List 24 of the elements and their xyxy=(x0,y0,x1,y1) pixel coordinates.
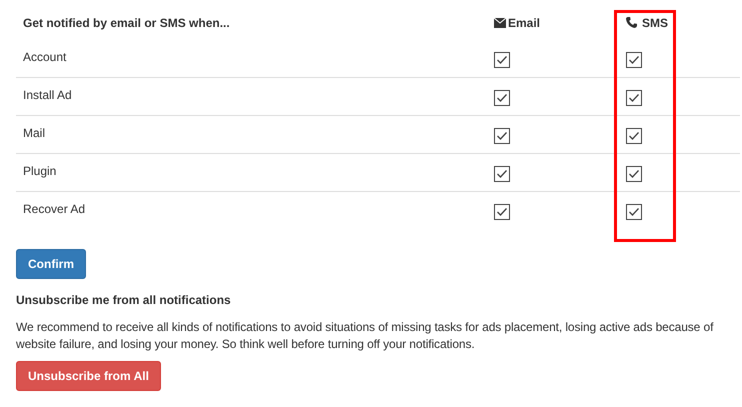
unsubscribe-button[interactable]: Unsubscribe from All xyxy=(16,361,161,391)
column-header: SMS xyxy=(642,16,668,30)
checkbox[interactable] xyxy=(494,90,510,106)
confirm-button[interactable]: Confirm xyxy=(16,249,86,279)
checkbox[interactable] xyxy=(494,52,510,68)
checkbox[interactable] xyxy=(494,204,510,220)
column-header: Email xyxy=(508,16,540,30)
row-label: Plugin xyxy=(23,164,56,178)
description-text: We recommend to receive all kinds of notifications to avoid situations of missing tasks for ads placement, losing active ads because of website failure, and losing your money. So think well before turning off your notifications. xyxy=(16,319,714,353)
checkbox[interactable] xyxy=(626,90,642,106)
row-label: Account xyxy=(23,50,66,64)
row-label: Install Ad xyxy=(23,88,72,102)
checkbox[interactable] xyxy=(626,204,642,220)
envelope-icon xyxy=(494,18,506,28)
checkbox[interactable] xyxy=(626,128,642,144)
section-heading: Unsubscribe me from all notifications xyxy=(16,293,232,307)
checkbox[interactable] xyxy=(494,128,510,144)
table-title: Get notified by email or SMS when... xyxy=(23,16,230,30)
row-label: Recover Ad xyxy=(23,202,86,216)
checkbox[interactable] xyxy=(626,52,642,68)
phone-icon xyxy=(626,17,637,28)
row-label: Mail xyxy=(23,126,46,140)
checkbox[interactable] xyxy=(626,166,642,182)
checkbox[interactable] xyxy=(494,166,510,182)
